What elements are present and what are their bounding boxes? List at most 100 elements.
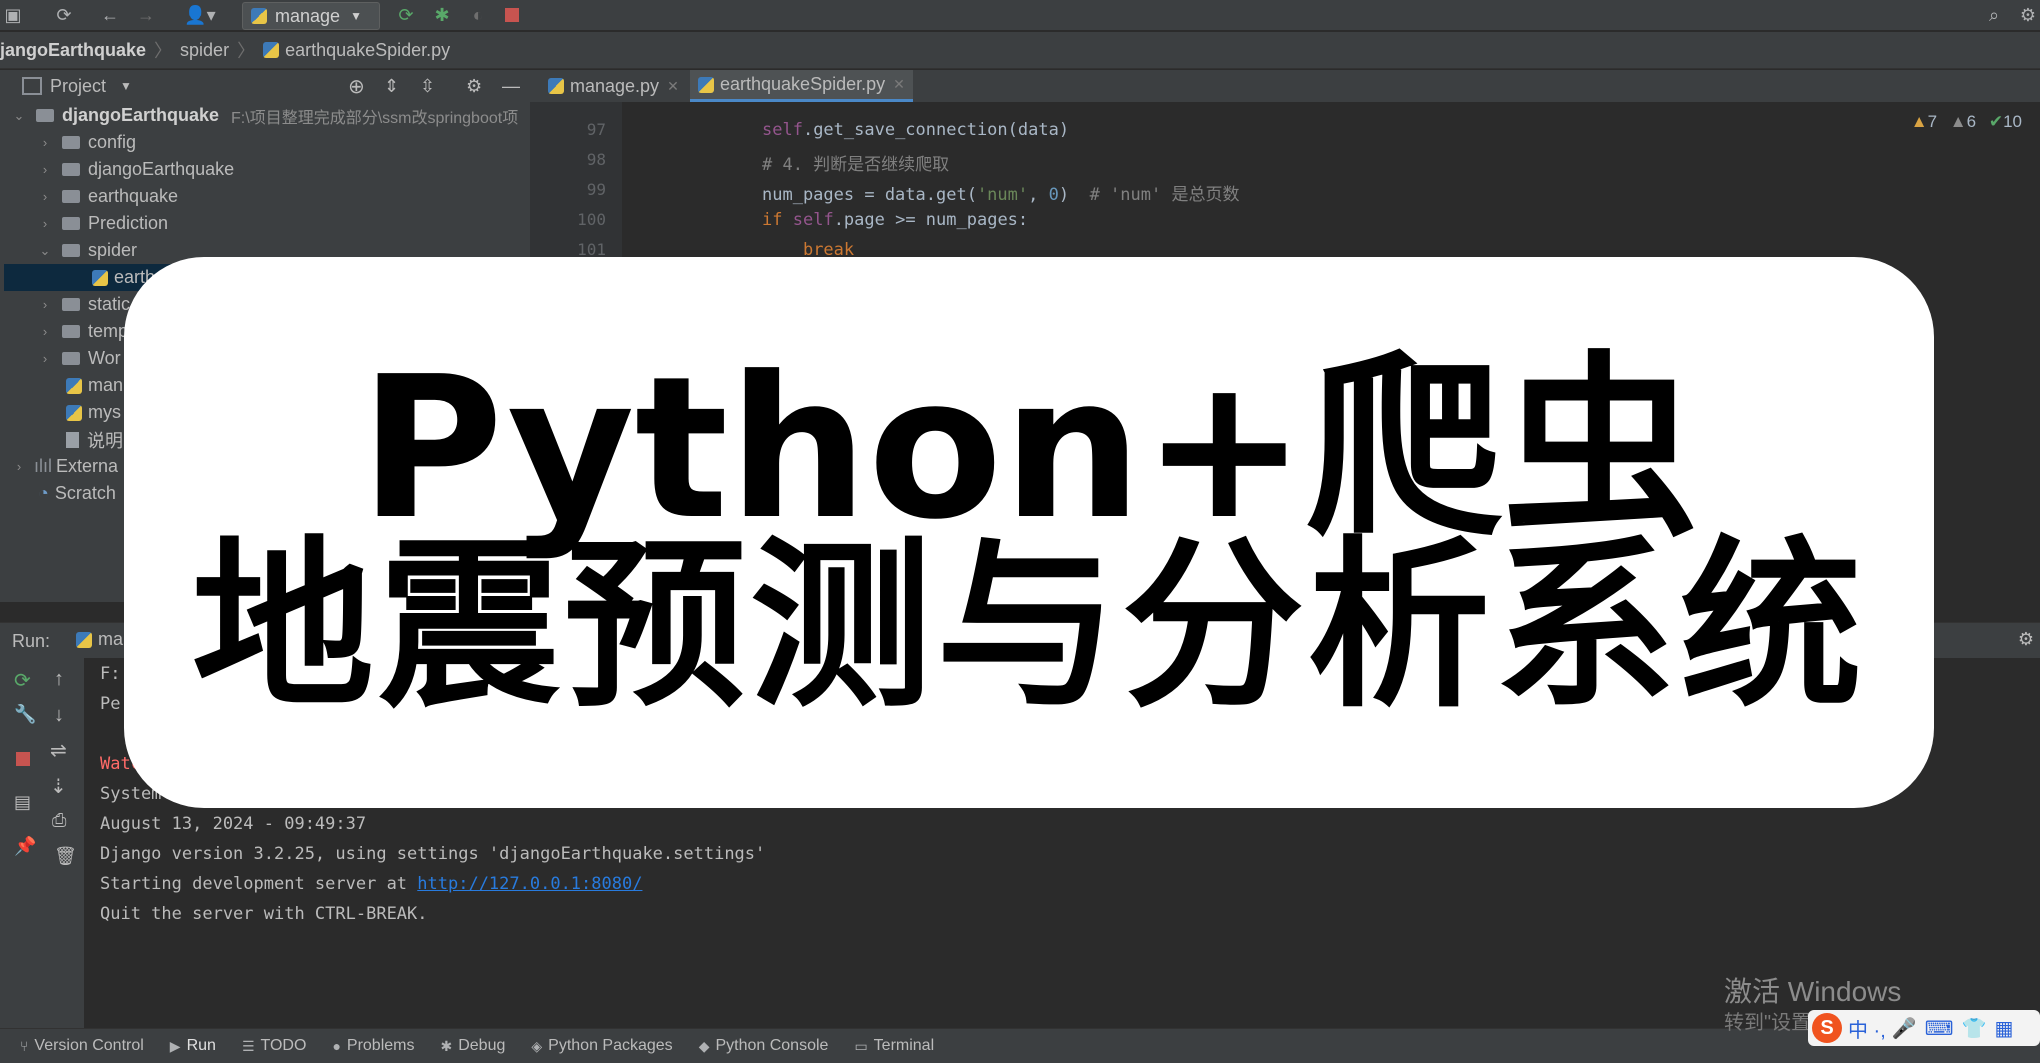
status-label: Python Console [715,1037,829,1054]
python-file-icon [66,377,82,394]
tab-label: manage.py [570,75,660,96]
tree-item-label: config [88,132,137,152]
layout-icon[interactable]: ▤ [14,792,31,813]
run-config-select[interactable]: manage ▼ [242,2,380,30]
tree-root-name: djangoEarthquake [62,105,220,125]
search-icon[interactable]: ⌕ [1982,3,2006,27]
tab-earthquakespider-py[interactable]: earthquakeSpider.py ✕ [690,70,913,102]
status-todo[interactable]: ☰ TODO [242,1037,307,1055]
status-run[interactable]: ▶ Run [170,1037,216,1055]
project-view-label[interactable]: Project [50,76,106,97]
tree-item-scratches[interactable]: ◔ Scratch [38,480,116,507]
status-version-control[interactable]: ⑂ Version Control [20,1037,144,1055]
locate-icon[interactable]: ⊕ [348,74,365,99]
tree-root-path: F:\项目整理完成部分\ssm改springboot项 [231,109,519,127]
run-tab[interactable]: ma [76,629,123,650]
status-problems[interactable]: ● Problems [332,1037,414,1055]
breadcrumb-file[interactable]: earthquakeSpider.py [285,40,450,61]
inspection-widget[interactable]: ▲7 ▲6 ✔10 [1911,112,2022,132]
tree-item-label: Externa [56,456,119,476]
user-icon[interactable]: 👤▾ [180,3,220,27]
rerun-icon[interactable]: ⟳ [14,668,31,693]
line-number: 98 [586,150,606,169]
wrap-icon[interactable]: ⇌ [50,738,67,763]
weak-warning-icon: ▲ [1949,112,1967,131]
folder-icon [62,217,80,230]
server-url-link[interactable]: http://127.0.0.1:8080/ [417,874,642,894]
back-icon[interactable]: ← [98,3,122,27]
breadcrumb-folder[interactable]: spider [180,40,229,61]
status-label: Terminal [873,1037,935,1054]
status-terminal[interactable]: ▭ Terminal [854,1037,934,1055]
minimize-icon[interactable]: — [502,76,520,97]
python-icon [251,8,267,24]
tree-item-manage[interactable]: man [66,372,123,399]
info-icon: ● [332,1038,341,1054]
scroll-end-icon[interactable]: ⇣ [50,774,67,799]
console-line: Starting development server at http://12… [100,874,642,894]
breadcrumb-project[interactable]: jangoEarthquake [0,40,146,61]
breadcrumb-separator: 〉 [237,41,256,61]
chevron-down-icon[interactable]: ▼ [120,79,132,93]
project-panel-header: Project ▼ ⊕ ⇕ ⇳ ⚙ — [0,70,530,102]
expand-all-icon[interactable]: ⇕ [384,76,399,97]
run-tab-label: ma [98,629,124,649]
microphone-icon[interactable]: 🎤 [1892,1016,1917,1041]
tree-item-label: djangoEarthquake [88,159,235,179]
tree-item-label: temp [88,321,129,341]
tree-item-prediction[interactable]: › Prediction [38,210,168,237]
stop-icon[interactable] [16,752,30,766]
sync-icon[interactable]: ⟳ [52,3,76,27]
scroll-up-icon[interactable]: ↑ [54,668,64,691]
tree-item-mysql[interactable]: mys [66,399,121,426]
layers-icon: ◈ [531,1037,543,1054]
coverage-icon[interactable]: ◐ [466,3,490,27]
tree-item-label: mys [88,402,121,422]
tree-item-djangoearthquake[interactable]: › djangoEarthquake [38,156,234,183]
tab-manage-py[interactable]: manage.py ✕ [540,70,687,102]
grid-icon[interactable]: ▦ [1994,1016,2013,1041]
settings-icon[interactable]: ⚙ [2016,3,2040,27]
debug-icon[interactable]: ✱ [430,3,454,27]
console-text: Starting development server at [100,874,418,894]
tree-item-config[interactable]: › config [38,129,136,156]
breadcrumb: jangoEarthquake 〉 spider 〉 earthquakeSpi… [0,32,2040,69]
tree-item-static[interactable]: › static [38,291,130,318]
tree-item-templates[interactable]: › temp [38,318,128,345]
status-debug[interactable]: ✱ Debug [440,1037,505,1055]
gear-icon[interactable]: ⚙ [466,76,482,97]
status-label: TODO [260,1037,307,1054]
tree-item-external-libraries[interactable]: › ılıl Externa [12,453,118,480]
ime-toolbar[interactable]: S 中 ·, 🎤 ⌨ 👕 ▦ [1808,1010,2040,1046]
print-icon[interactable]: ⎙ [52,810,66,831]
gear-icon[interactable]: ⚙ [2018,629,2034,650]
rerun-icon[interactable]: ⟳ [394,3,418,27]
close-icon[interactable]: ✕ [893,76,905,93]
tree-item-earthquake[interactable]: › earthquake [38,183,178,210]
collapse-all-icon[interactable]: ⇳ [420,76,435,97]
pin-icon[interactable]: 📌 [14,836,36,857]
stop-icon[interactable] [500,3,524,27]
scroll-down-icon[interactable]: ↓ [54,704,64,727]
close-icon[interactable]: ✕ [667,78,679,95]
status-python-packages[interactable]: ◈ Python Packages [531,1037,672,1055]
chevron-right-icon: › [42,162,48,177]
warning-icon: ▲ [1910,112,1928,131]
status-label: Problems [346,1037,415,1054]
trash-icon[interactable]: 🗑 [54,846,77,867]
forward-icon[interactable]: → [134,3,158,27]
wrench-icon[interactable]: 🔧 [14,704,36,725]
ime-mode[interactable]: 中 ·, [1848,1014,1886,1043]
keyboard-icon[interactable]: ⌨ [1925,1016,1954,1041]
tree-item-spider[interactable]: ⌄ spider [38,237,137,264]
save-icon[interactable]: ▣ [2,3,24,27]
python-file-icon [548,78,564,94]
tree-item-word[interactable]: › Wor [38,345,121,372]
console-line: F: [100,664,121,684]
python-file-icon [66,404,82,421]
status-python-console[interactable]: ◆ Python Console [699,1037,829,1055]
tree-item-readme[interactable]: 说明 [66,426,123,453]
skin-icon[interactable]: 👕 [1962,1016,1987,1041]
tree-root[interactable]: ⌄ djangoEarthquake F:\项目整理完成部分\ssm改sprin… [12,102,519,129]
title-line-2: 地震预测与分析系统 [192,520,1866,732]
